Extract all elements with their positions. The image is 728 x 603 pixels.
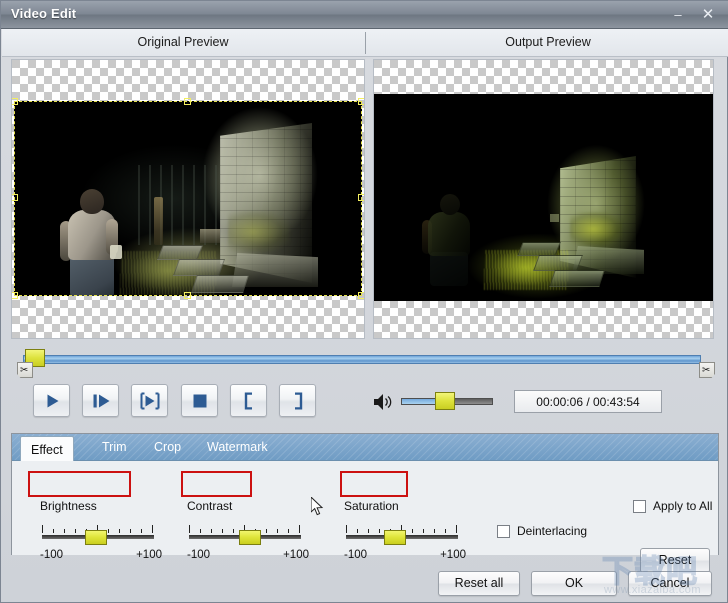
frame-advance-icon: [140, 392, 159, 409]
original-preview-pane[interactable]: [11, 59, 365, 339]
scene-path-slab: [156, 245, 204, 260]
output-scene-object: [550, 214, 559, 222]
output-scene-path-slab: [549, 270, 605, 287]
mouse-cursor: [310, 495, 325, 517]
output-scene-person: [422, 194, 478, 286]
brightness-min-label: -100: [40, 549, 64, 561]
saturation-label: Saturation: [344, 499, 399, 513]
saturation-max-label: +100: [440, 549, 466, 561]
preview-divider: [365, 32, 366, 54]
output-scene-moss: [570, 212, 622, 246]
output-scene-path-slab: [517, 242, 561, 256]
title-bar: Video Edit – ✕: [1, 1, 728, 29]
video-edit-window: Video Edit – ✕ Original Preview Output P…: [0, 0, 728, 603]
trim-end-marker[interactable]: ✂: [699, 362, 715, 378]
bracket-left-icon: [244, 392, 252, 409]
scene-path-slab: [172, 259, 226, 276]
tab-trim[interactable]: Trim: [92, 434, 137, 461]
deinterlacing-label: Deinterlacing: [517, 524, 588, 538]
set-out-point-button[interactable]: [279, 384, 316, 417]
output-scene-path-slab: [533, 255, 583, 271]
play-pause-icon: [93, 394, 109, 407]
scene-person: [60, 189, 124, 296]
timeline[interactable]: ✂ ✂: [9, 346, 721, 378]
tab-watermark[interactable]: Watermark: [197, 434, 278, 461]
contrast-slider-handle[interactable]: [239, 530, 261, 545]
original-video-frame: [14, 101, 362, 296]
stop-button[interactable]: [181, 384, 218, 417]
speaker-icon[interactable]: [373, 393, 393, 411]
ok-button[interactable]: OK: [531, 571, 617, 596]
scene-wall-moss: [228, 211, 290, 253]
apply-to-all-label: Apply to All: [653, 499, 713, 513]
next-frame-button[interactable]: [131, 384, 168, 417]
play-icon: [47, 394, 58, 407]
contrast-label: Contrast: [187, 499, 233, 513]
transport-bar: 00:00:06 / 00:43:54: [9, 381, 721, 425]
cancel-button[interactable]: Cancel: [628, 571, 712, 596]
saturation-slider-handle[interactable]: [384, 530, 406, 545]
footer-bar: Reset all OK Cancel: [1, 561, 728, 603]
close-button[interactable]: ✕: [695, 4, 721, 26]
effect-tab-panel: Effect Trim Crop Watermark Brightness -1…: [11, 433, 719, 573]
deinterlacing-checkbox[interactable]: [497, 525, 510, 538]
output-scene-image: [374, 94, 713, 301]
time-display: 00:00:06 / 00:43:54: [514, 390, 662, 413]
reset-all-button[interactable]: Reset all: [438, 571, 520, 596]
brightness-max-label: +100: [136, 549, 162, 561]
bracket-right-icon: [294, 392, 302, 409]
tab-effect[interactable]: Effect: [20, 436, 74, 461]
scene-stool: [200, 229, 220, 243]
effect-tab-body: Brightness -100 +100 Contrast -100 +100 …: [12, 461, 718, 573]
output-preview-label: Output Preview: [505, 35, 591, 49]
scene-path-slab: [191, 275, 249, 293]
saturation-min-label: -100: [344, 549, 368, 561]
play-selection-button[interactable]: [82, 384, 119, 417]
timeline-track[interactable]: [23, 355, 701, 364]
original-scene-image: [14, 101, 362, 296]
volume-slider-handle[interactable]: [435, 392, 455, 410]
contrast-min-label: -100: [187, 549, 211, 561]
output-preview-pane[interactable]: [373, 59, 714, 339]
output-video-frame: [374, 94, 713, 301]
apply-to-all-checkbox[interactable]: [633, 500, 646, 513]
scissors-icon: ✂: [702, 365, 711, 376]
tab-crop[interactable]: Crop: [144, 434, 191, 461]
window-title: Video Edit: [11, 6, 77, 21]
scissors-icon: ✂: [20, 365, 29, 376]
brightness-slider-handle[interactable]: [85, 530, 107, 545]
play-button[interactable]: [33, 384, 70, 417]
trim-start-marker[interactable]: ✂: [17, 362, 33, 378]
brightness-label: Brightness: [40, 499, 97, 513]
contrast-max-label: +100: [283, 549, 309, 561]
set-in-point-button[interactable]: [230, 384, 267, 417]
scene-post: [154, 197, 163, 245]
tab-strip: Effect Trim Crop Watermark: [12, 434, 718, 461]
preview-header: Original Preview Output Preview: [2, 29, 728, 57]
minimize-button[interactable]: –: [665, 4, 691, 26]
original-preview-label: Original Preview: [137, 35, 229, 49]
stop-icon: [193, 394, 206, 407]
